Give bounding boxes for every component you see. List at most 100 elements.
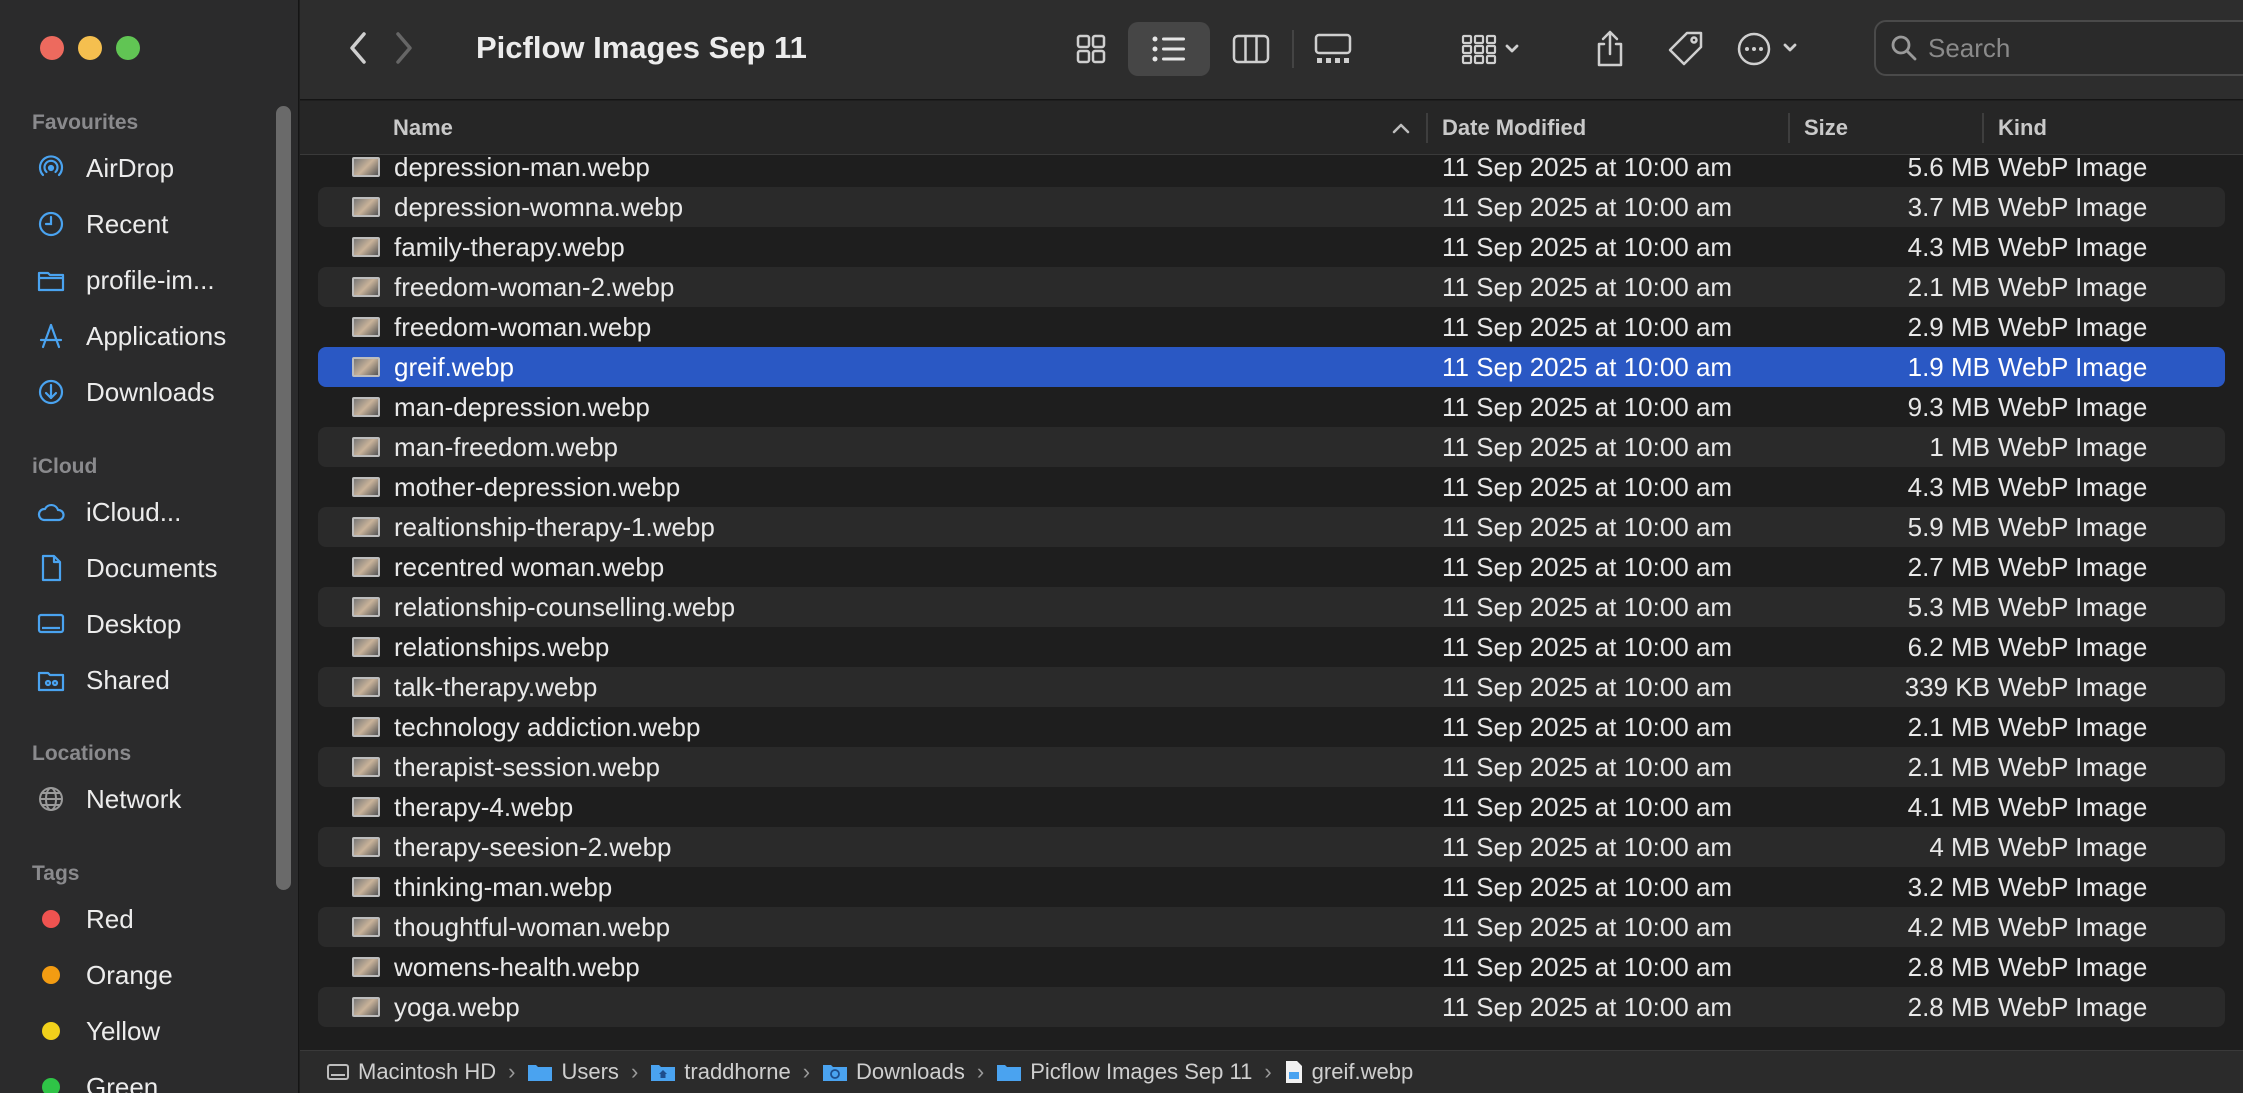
file-row[interactable]: man-freedom.webp 11 Sep 2025 at 10:00 am 1… (318, 427, 2225, 467)
sidebar-item-shared[interactable]: Shared (0, 652, 280, 708)
file-size: 2.1 MB (1907, 712, 1990, 742)
file-name: relationships.webp (394, 632, 610, 662)
breadcrumb-macintosh-hd[interactable]: Macintosh HD (326, 1059, 496, 1085)
file-row[interactable]: realtionship-therapy-1.webp 11 Sep 2025 a… (318, 507, 2225, 547)
file-kind: WebP Image (1998, 552, 2148, 582)
image-thumbnail-icon (352, 677, 380, 697)
file-size: 4 MB (1929, 832, 1990, 862)
sidebar-item-desktop[interactable]: Desktop (0, 596, 280, 652)
file-row[interactable]: therapy-seesion-2.webp 11 Sep 2025 at 10:… (318, 827, 2225, 867)
sidebar-item-network[interactable]: Network (0, 771, 280, 827)
document-icon (36, 553, 66, 583)
file-row[interactable]: depression-womna.webp 11 Sep 2025 at 10:0… (318, 187, 2225, 227)
tags-button[interactable] (1656, 22, 1716, 76)
file-date-modified: 11 Sep 2025 at 10:00 am (1442, 952, 1733, 982)
file-row[interactable]: womens-health.webp 11 Sep 2025 at 10:00 a… (318, 947, 2225, 987)
file-date-modified: 11 Sep 2025 at 10:00 am (1442, 392, 1733, 422)
list-view-button[interactable] (1128, 22, 1210, 76)
file-row[interactable]: freedom-woman.webp 11 Sep 2025 at 10:00 a… (318, 307, 2225, 347)
file-date-modified: 11 Sep 2025 at 10:00 am (1442, 992, 1733, 1022)
file-row[interactable]: technology addiction.webp 11 Sep 2025 at … (318, 707, 2225, 747)
sidebar-item-recent[interactable]: Recent (0, 196, 280, 252)
file-row[interactable]: man-depression.webp 11 Sep 2025 at 10:00 … (318, 387, 2225, 427)
back-button[interactable] (340, 28, 376, 68)
file-row[interactable]: relationship-counselling.webp 11 Sep 2025… (318, 587, 2225, 627)
column-divider[interactable] (1426, 113, 1428, 143)
fullscreen-window-button[interactable] (116, 36, 140, 60)
window-controls (40, 36, 140, 60)
file-row[interactable]: freedom-woman-2.webp 11 Sep 2025 at 10:00… (318, 267, 2225, 307)
file-size: 5.3 MB (1907, 592, 1990, 622)
file-kind: WebP Image (1998, 872, 2148, 902)
sidebar-scrollbar[interactable] (276, 106, 291, 890)
sidebar-tag-yellow[interactable]: Yellow (0, 1003, 280, 1059)
sidebar-tag-orange[interactable]: Orange (0, 947, 280, 1003)
file-row[interactable]: therapist-session.webp 11 Sep 2025 at 10:… (318, 747, 2225, 787)
sidebar-tag-green[interactable]: Green (0, 1059, 280, 1093)
tags-heading: Tags (32, 862, 80, 885)
file-name: greif.webp (394, 352, 514, 382)
folder-icon (36, 265, 66, 295)
file-row[interactable]: relationships.webp 11 Sep 2025 at 10:00 a… (318, 627, 2225, 667)
column-divider[interactable] (1982, 113, 1984, 143)
search-input[interactable] (1928, 32, 2228, 64)
sidebar-item-documents[interactable]: Documents (0, 540, 280, 596)
breadcrumb-traddhorne[interactable]: traddhorne (650, 1059, 791, 1085)
file-row[interactable]: depression-man.webp 11 Sep 2025 at 10:00 … (318, 147, 2225, 187)
home-folder-icon (650, 1061, 684, 1083)
gallery-view-button[interactable] (1300, 22, 1366, 76)
file-row[interactable]: greif.webp 11 Sep 2025 at 10:00 am 1.9 MB W… (318, 347, 2225, 387)
breadcrumb-greif-webp[interactable]: greif.webp (1284, 1059, 1414, 1085)
breadcrumb-downloads[interactable]: Downloads (822, 1059, 965, 1085)
icloud-heading: iCloud (32, 455, 98, 478)
favourites-section: Favourites AirDrop Recent profile-im... App… (0, 106, 280, 420)
file-name: freedom-woman-2.webp (394, 272, 675, 302)
file-row[interactable]: thinking-man.webp 11 Sep 2025 at 10:00 am… (318, 867, 2225, 907)
close-window-button[interactable] (40, 36, 64, 60)
file-row[interactable]: yoga.webp 11 Sep 2025 at 10:00 am 2.8 MB We… (318, 987, 2225, 1027)
file-date-modified: 11 Sep 2025 at 10:00 am (1442, 152, 1733, 182)
file-row[interactable]: mother-depression.webp 11 Sep 2025 at 10:… (318, 467, 2225, 507)
minimize-window-button[interactable] (78, 36, 102, 60)
sidebar-item-profile-im[interactable]: profile-im... (0, 252, 280, 308)
breadcrumb-label: greif.webp (1311, 1059, 1414, 1084)
sidebar-item-label: Downloads (86, 376, 215, 407)
sidebar-item-applications[interactable]: Applications (0, 308, 280, 364)
sidebar-item-downloads[interactable]: Downloads (0, 364, 280, 420)
file-date-modified: 11 Sep 2025 at 10:00 am (1442, 792, 1733, 822)
breadcrumb-users[interactable]: Users (527, 1059, 619, 1085)
file-kind: WebP Image (1998, 952, 2148, 982)
file-size: 2.8 MB (1907, 952, 1990, 982)
file-kind: WebP Image (1998, 432, 2148, 462)
sidebar-tag-red[interactable]: Red (0, 891, 280, 947)
icon-view-button[interactable] (1058, 22, 1124, 76)
column-view-button[interactable] (1218, 22, 1284, 76)
forward-button[interactable] (386, 28, 422, 68)
file-size: 4.1 MB (1907, 792, 1990, 822)
image-thumbnail-icon (352, 317, 380, 337)
file-row[interactable]: talk-therapy.webp 11 Sep 2025 at 10:00 am… (318, 667, 2225, 707)
group-by-button[interactable] (1450, 22, 1532, 76)
file-kind: WebP Image (1998, 752, 2148, 782)
sidebar-item-airdrop[interactable]: AirDrop (0, 140, 280, 196)
file-row[interactable]: therapy-4.webp 11 Sep 2025 at 10:00 am 4.1… (318, 787, 2225, 827)
file-kind: WebP Image (1998, 192, 2148, 222)
file-row[interactable]: recentred woman.webp 11 Sep 2025 at 10:00… (318, 547, 2225, 587)
more-actions-button[interactable] (1724, 22, 1814, 76)
image-thumbnail-icon (352, 837, 380, 857)
image-thumbnail-icon (352, 157, 380, 177)
desktop-icon (36, 609, 66, 639)
file-row[interactable]: family-therapy.webp 11 Sep 2025 at 10:00 … (318, 227, 2225, 267)
file-row[interactable]: thoughtful-woman.webp 11 Sep 2025 at 10:0… (318, 907, 2225, 947)
column-divider[interactable] (1788, 113, 1790, 143)
file-date-modified: 11 Sep 2025 at 10:00 am (1442, 552, 1733, 582)
sidebar: Favourites AirDrop Recent profile-im... App… (0, 0, 299, 1093)
sidebar-item-icloud[interactable]: iCloud... (0, 484, 280, 540)
file-name: freedom-woman.webp (394, 312, 652, 342)
breadcrumb-picflow-images-sep-11[interactable]: Picflow Images Sep 11 (996, 1059, 1252, 1085)
share-button[interactable] (1580, 22, 1640, 76)
sidebar-item-label: Applications (86, 320, 227, 351)
search-field[interactable] (1874, 20, 2243, 76)
sidebar-item-label: Network (86, 783, 182, 814)
image-thumbnail-icon (352, 917, 380, 937)
